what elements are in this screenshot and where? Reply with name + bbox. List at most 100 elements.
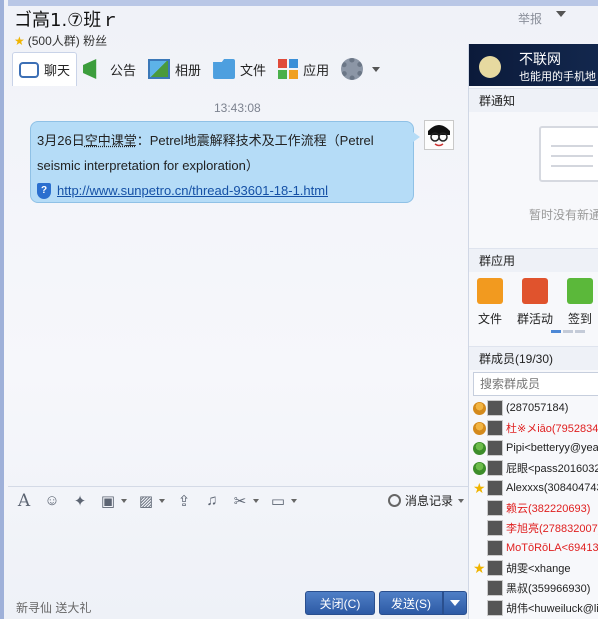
role-spacer xyxy=(473,502,486,515)
member-avatar xyxy=(487,480,503,496)
moon-icon xyxy=(479,56,501,78)
app-file[interactable]: 文件 xyxy=(477,278,503,327)
member-name: 胡雯<xhange xyxy=(506,560,571,576)
notice-icon xyxy=(83,59,105,79)
send-button[interactable]: 发送(S) xyxy=(379,591,443,615)
screen-share-icon[interactable]: ▭ xyxy=(266,491,290,511)
message-date: 3月26日 xyxy=(37,133,85,148)
message-link[interactable]: http://www.sunpetro.cn/thread-93601-18-1… xyxy=(57,178,328,203)
role-spacer xyxy=(473,582,486,595)
send-options-button[interactable] xyxy=(443,591,467,615)
chevron-down-icon[interactable] xyxy=(159,499,165,503)
app-icon xyxy=(278,59,298,79)
close-button[interactable]: 关闭(C) xyxy=(305,591,375,615)
member-name: 赖云(382220693) xyxy=(506,500,590,516)
notice-empty-text: 暂时没有新通 xyxy=(529,206,598,223)
owner-icon xyxy=(473,402,486,415)
chat-icon xyxy=(19,62,39,78)
member-avatar xyxy=(487,420,503,436)
history-label: 消息记录 xyxy=(405,492,453,509)
music-icon[interactable]: ♫ xyxy=(200,491,224,511)
notice-section-header: 群通知 xyxy=(469,88,598,112)
tab-album[interactable]: 相册 xyxy=(142,52,207,86)
member-row[interactable]: 黑叔(359966930) xyxy=(473,578,598,598)
member-row[interactable]: 胡伟<huweiluck@liv xyxy=(473,598,598,618)
role-spacer xyxy=(473,542,486,555)
member-avatar xyxy=(487,580,503,596)
member-avatar xyxy=(487,460,503,476)
tab-bar: 聊天 公告 相册 文件 应用 xyxy=(12,52,386,86)
chevron-down-icon[interactable] xyxy=(556,11,566,17)
message-input[interactable] xyxy=(8,514,468,584)
members-section-header: 群成员(19/30) xyxy=(469,346,598,370)
chevron-down-icon[interactable] xyxy=(121,499,127,503)
ad-banner[interactable]: 不联网 也能用的手机地 xyxy=(469,44,598,86)
group-meta: ★ (500人群) 粉丝 xyxy=(14,32,107,49)
apps-section-header: 群应用 xyxy=(469,248,598,272)
qq-group-chat-window: ゴ高1.⑦班ｒ ★ (500人群) 粉丝 举报 聊天 公告 相册 文件 应用 1… xyxy=(0,0,598,619)
member-avatar xyxy=(487,400,503,416)
magic-wand-icon[interactable]: ✦ xyxy=(68,491,92,511)
message-text: 3月26日空中课堂：Petrel地震解释技术及工作流程（Petrel seism… xyxy=(37,128,407,178)
member-name: Pipi<betteryy@yea xyxy=(506,442,598,454)
member-row[interactable]: ★ 胡雯<xhange xyxy=(473,558,598,578)
member-row[interactable]: ★ Alexxxs(308404743 xyxy=(473,478,598,498)
app-label: 签到 xyxy=(568,310,592,327)
app-checkin[interactable]: 签到 xyxy=(567,278,593,327)
member-row[interactable]: 杜※メiāo(7952834 xyxy=(473,418,598,438)
promo-link[interactable]: 新寻仙 送大礼 xyxy=(16,599,91,616)
tab-file[interactable]: 文件 xyxy=(207,52,272,86)
settings-button[interactable] xyxy=(335,52,386,86)
member-name: 胡伟<huweiluck@liv xyxy=(506,600,598,616)
member-avatar xyxy=(487,540,503,556)
album-icon xyxy=(148,59,170,79)
tab-notice[interactable]: 公告 xyxy=(77,52,142,86)
message-timestamp: 13:43:08 xyxy=(214,101,261,115)
member-avatar xyxy=(487,600,503,616)
tab-label: 文件 xyxy=(240,60,266,79)
report-link[interactable]: 举报 xyxy=(518,10,542,27)
message-bubble[interactable]: 3月26日空中课堂：Petrel地震解释技术及工作流程（Petrel seism… xyxy=(30,121,414,203)
upload-icon[interactable]: ⇪ xyxy=(172,491,196,511)
app-activity[interactable]: 群活动 xyxy=(517,278,553,327)
message-history-button[interactable]: 消息记录 xyxy=(388,492,467,509)
tab-app[interactable]: 应用 xyxy=(272,52,335,86)
star-icon: ★ xyxy=(473,562,486,575)
member-name: MoTōRōLA<69413 xyxy=(506,542,598,554)
star-icon: ★ xyxy=(14,34,25,48)
member-row[interactable]: Pipi<betteryy@yea xyxy=(473,438,598,458)
tab-label: 聊天 xyxy=(44,60,70,79)
notice-board-icon xyxy=(539,126,598,182)
chevron-down-icon xyxy=(458,499,464,503)
banner-title: 不联网 xyxy=(519,49,561,69)
chat-message-area[interactable]: 13:43:08 3月26日空中课堂：Petrel地震解释技术及工作流程（Pet… xyxy=(8,86,468,486)
member-row[interactable]: MoTōRōLA<69413 xyxy=(473,538,598,558)
member-name: 屁眼<pass2016032 xyxy=(506,460,598,476)
emoji-icon[interactable]: ☺ xyxy=(40,491,64,511)
file-icon xyxy=(213,59,235,79)
banner-subtitle: 也能用的手机地 xyxy=(519,68,596,84)
tab-chat[interactable]: 聊天 xyxy=(12,52,77,86)
font-icon[interactable]: A xyxy=(12,491,36,511)
admin-icon xyxy=(473,442,486,455)
gift-icon[interactable]: ▣ xyxy=(96,491,120,511)
scissors-icon[interactable]: ✂ xyxy=(228,491,252,511)
chevron-down-icon[interactable] xyxy=(253,499,259,503)
member-row[interactable]: (287057184) xyxy=(473,398,598,418)
chevron-down-icon[interactable] xyxy=(291,499,297,503)
member-row[interactable]: 李旭亮(278832007) xyxy=(473,518,598,538)
image-icon[interactable]: ▨ xyxy=(134,491,158,511)
member-name: Alexxxs(308404743 xyxy=(506,482,598,494)
activity-icon xyxy=(522,278,548,304)
sender-avatar[interactable] xyxy=(424,120,454,150)
right-panel: 不联网 也能用的手机地 群通知 暂时没有新通 群应用 文件 群活动 签到 群成员… xyxy=(468,44,598,619)
group-title: ゴ高1.⑦班ｒ xyxy=(14,6,119,32)
member-search-input[interactable] xyxy=(473,372,598,396)
member-avatar xyxy=(487,560,503,576)
message-keyword[interactable]: 空中课堂 xyxy=(85,133,137,148)
apps-pager[interactable] xyxy=(551,330,585,333)
member-row[interactable]: 屁眼<pass2016032 xyxy=(473,458,598,478)
star-icon: ★ xyxy=(473,482,486,495)
member-name: 黑叔(359966930) xyxy=(506,580,590,596)
member-row[interactable]: 赖云(382220693) xyxy=(473,498,598,518)
